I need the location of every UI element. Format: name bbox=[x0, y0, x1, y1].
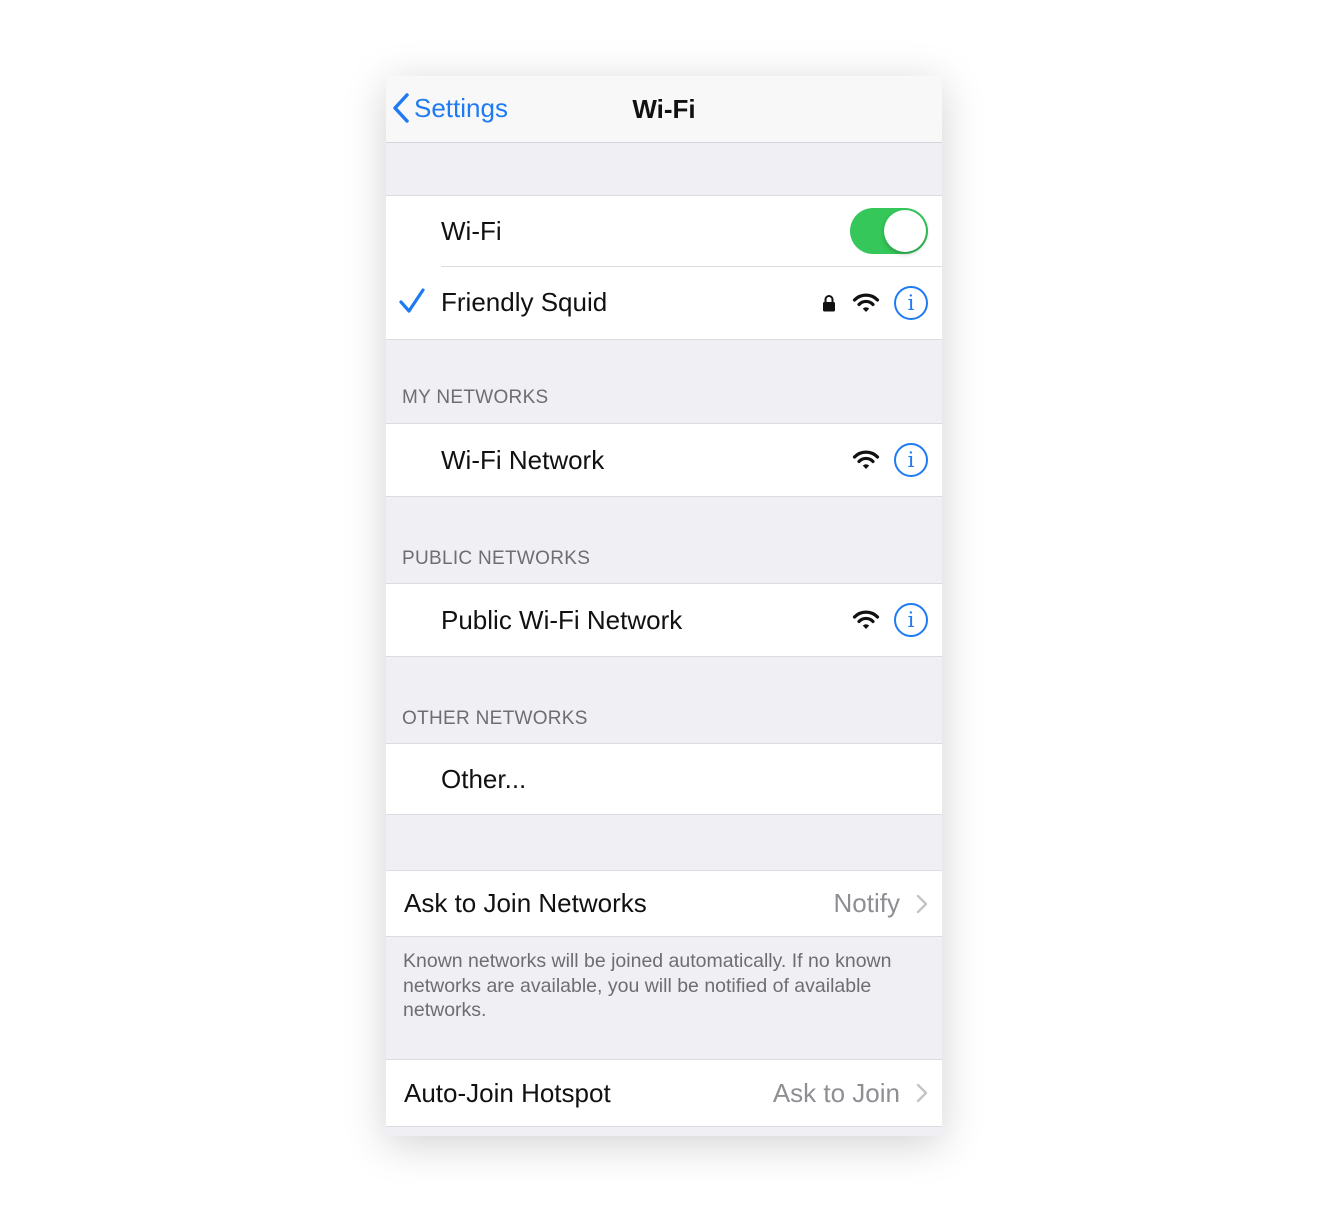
connected-network-name: Friendly Squid bbox=[441, 287, 608, 317]
wifi-group: Wi-Fi Friendly Squid i bbox=[386, 195, 942, 340]
navigation-bar: Settings Wi-Fi bbox=[386, 76, 942, 143]
chevron-right-icon bbox=[916, 894, 928, 914]
public-networks-header: PUBLIC NETWORKS bbox=[402, 548, 591, 569]
ask-to-join-footnote: Known networks will be joined automatica… bbox=[403, 950, 892, 1021]
chevron-right-icon bbox=[916, 1083, 928, 1103]
other-network-row[interactable]: Other... bbox=[386, 744, 942, 814]
ask-to-join-value: Notify bbox=[833, 888, 900, 918]
network-icons: i bbox=[852, 424, 928, 496]
ask-to-join-label: Ask to Join Networks bbox=[404, 888, 647, 918]
wifi-icon bbox=[852, 450, 880, 469]
page-title: Wi-Fi bbox=[632, 94, 696, 124]
info-button[interactable]: i bbox=[894, 603, 928, 637]
connected-network-row[interactable]: Friendly Squid i bbox=[386, 266, 942, 339]
public-networks-group: Public Wi-Fi Network i bbox=[386, 583, 942, 657]
auto-join-value: Ask to Join bbox=[772, 1077, 900, 1108]
ask-to-join-row[interactable]: Ask to Join Networks Notify bbox=[386, 871, 942, 936]
info-button[interactable]: i bbox=[894, 443, 928, 477]
ask-to-join-group: Ask to Join Networks Notify bbox=[386, 870, 942, 937]
lock-icon bbox=[823, 294, 835, 311]
toggle-knob bbox=[884, 210, 926, 252]
connected-network-icons: i bbox=[822, 266, 928, 339]
network-row[interactable]: Wi-Fi Network i bbox=[386, 424, 942, 496]
checkmark-icon bbox=[399, 288, 425, 313]
network-row[interactable]: Public Wi-Fi Network i bbox=[386, 584, 942, 656]
wifi-icon bbox=[852, 293, 880, 312]
network-name: Public Wi-Fi Network bbox=[441, 604, 683, 635]
wifi-label: Wi-Fi bbox=[441, 215, 502, 246]
auto-join-label: Auto-Join Hotspot bbox=[404, 1077, 611, 1108]
wifi-toggle-row: Wi-Fi bbox=[386, 196, 942, 266]
other-networks-group: Other... bbox=[386, 743, 942, 815]
other-networks-header: OTHER NETWORKS bbox=[402, 708, 588, 729]
my-networks-group: Wi-Fi Network i bbox=[386, 423, 942, 497]
info-button[interactable]: i bbox=[894, 285, 928, 320]
wifi-settings-screen: Settings Wi-Fi Wi-Fi Friendly Squid i MY… bbox=[386, 76, 942, 1136]
wifi-icon bbox=[852, 610, 880, 629]
network-name: Wi-Fi Network bbox=[441, 444, 605, 475]
network-icons: i bbox=[852, 584, 928, 656]
my-networks-header: MY NETWORKS bbox=[402, 387, 549, 408]
auto-join-row[interactable]: Auto-Join Hotspot Ask to Join bbox=[386, 1060, 942, 1126]
auto-join-group: Auto-Join Hotspot Ask to Join bbox=[386, 1059, 942, 1127]
wifi-toggle[interactable] bbox=[850, 208, 928, 254]
other-network-label: Other... bbox=[441, 763, 527, 794]
